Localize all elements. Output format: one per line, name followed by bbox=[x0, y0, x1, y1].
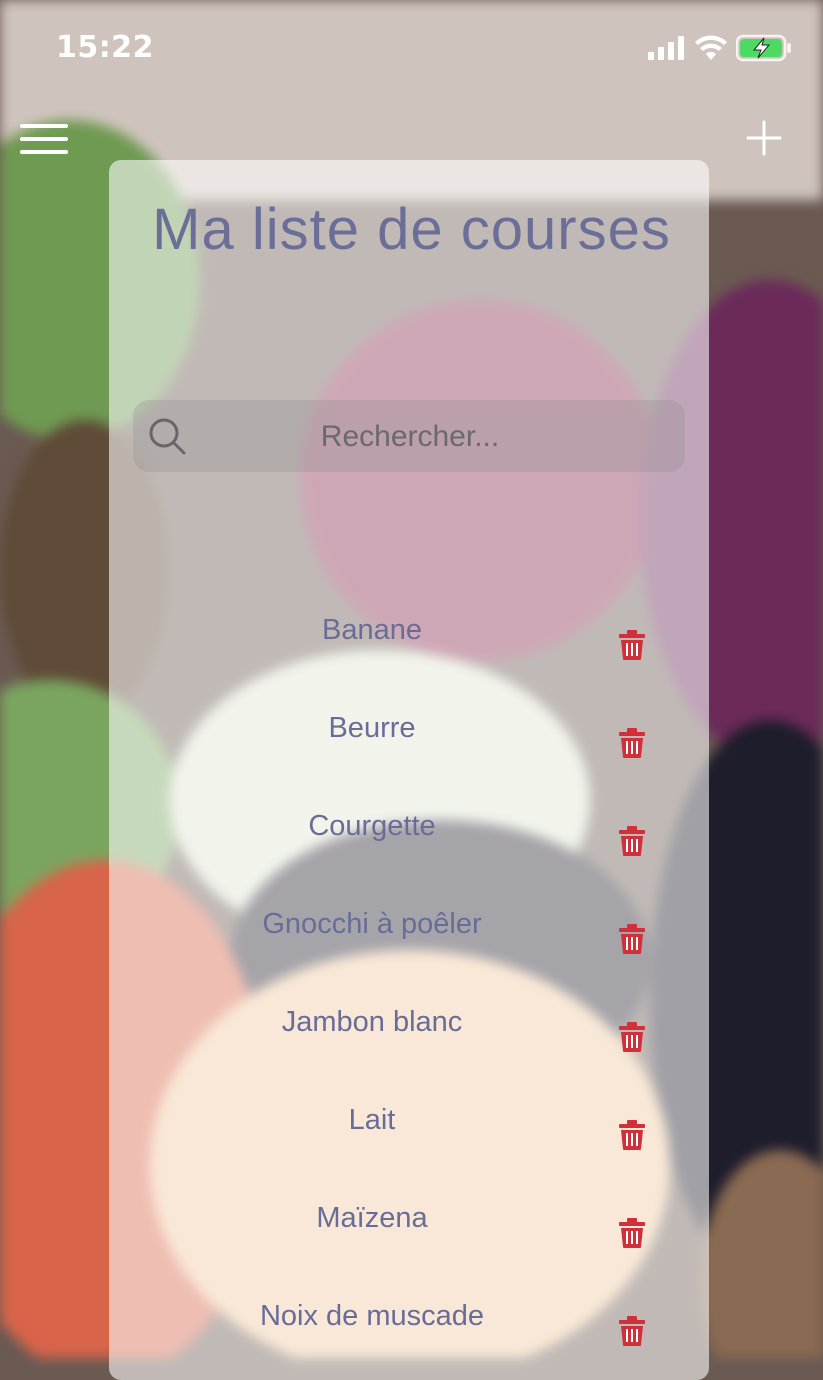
list-item-label: Lait bbox=[348, 1104, 396, 1136]
search-bar[interactable] bbox=[133, 400, 685, 474]
search-input[interactable] bbox=[193, 400, 627, 474]
wifi-icon bbox=[695, 35, 727, 60]
list-item[interactable]: Courgette bbox=[109, 782, 709, 880]
page-title: Ma liste de courses bbox=[152, 197, 671, 262]
list-item-label: Gnocchi à poêler bbox=[262, 908, 482, 940]
cellular-signal-icon bbox=[648, 36, 684, 60]
list-item[interactable]: Lait bbox=[109, 1076, 709, 1174]
hamburger-menu-icon[interactable] bbox=[20, 124, 68, 158]
trash-icon[interactable] bbox=[619, 1022, 645, 1052]
trash-icon[interactable] bbox=[619, 1120, 645, 1150]
list-item-label: Courgette bbox=[308, 810, 436, 842]
trash-icon[interactable] bbox=[619, 924, 645, 954]
trash-icon[interactable] bbox=[619, 728, 645, 758]
list-item[interactable]: Jambon blanc bbox=[109, 978, 709, 1076]
list-item[interactable]: Noix de muscade bbox=[109, 1272, 709, 1370]
list-item-label: Jambon blanc bbox=[281, 1006, 463, 1038]
shopping-list: Banane Beurre Courgette Gnocchi à poêler… bbox=[109, 586, 709, 1370]
list-item-label: Banane bbox=[322, 614, 422, 646]
list-item-label: Noix de muscade bbox=[259, 1300, 485, 1332]
status-bar: 15:22 bbox=[0, 0, 823, 96]
list-item[interactable]: Maïzena bbox=[109, 1174, 709, 1272]
list-item[interactable]: Gnocchi à poêler bbox=[109, 880, 709, 978]
battery-charging-icon bbox=[736, 34, 791, 62]
trash-icon[interactable] bbox=[619, 630, 645, 660]
plus-icon[interactable] bbox=[744, 118, 784, 158]
list-item-label: Maïzena bbox=[316, 1202, 428, 1234]
trash-icon[interactable] bbox=[619, 826, 645, 856]
list-item[interactable]: Banane bbox=[109, 586, 709, 684]
trash-icon[interactable] bbox=[619, 1218, 645, 1248]
list-item[interactable]: Beurre bbox=[109, 684, 709, 782]
search-icon bbox=[149, 418, 186, 455]
status-time: 15:22 bbox=[56, 30, 154, 65]
list-item-label: Beurre bbox=[328, 712, 416, 744]
trash-icon[interactable] bbox=[619, 1316, 645, 1346]
